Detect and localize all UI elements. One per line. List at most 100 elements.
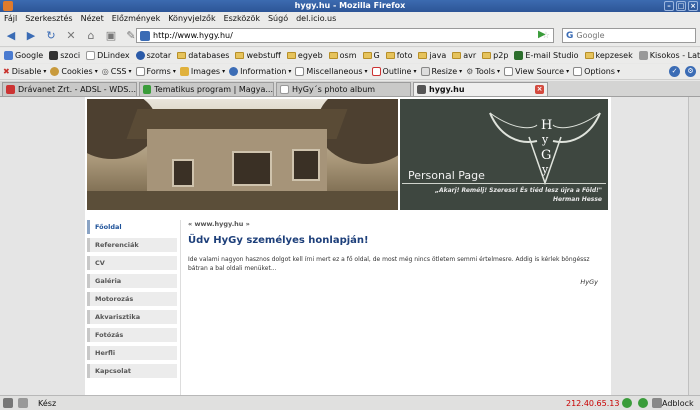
bookmark-databases[interactable]: databases xyxy=(177,51,229,60)
sidebar-item-fooldal[interactable]: Főoldal xyxy=(87,220,177,234)
breadcrumb: « www.hygy.hu » xyxy=(188,220,250,228)
home-icon[interactable]: ⌂ xyxy=(83,28,99,44)
disable-icon: ✖ xyxy=(3,67,10,76)
dev-information[interactable]: Information ▾ xyxy=(229,67,291,76)
outline-icon xyxy=(371,67,381,76)
status-extra-icon[interactable] xyxy=(652,398,662,408)
back-icon[interactable]: ◀ xyxy=(3,28,19,44)
status-screen-icon[interactable] xyxy=(18,398,28,408)
status-console-icon[interactable] xyxy=(3,398,13,408)
svg-text:y: y xyxy=(541,163,549,176)
bookmark-g[interactable]: G xyxy=(362,51,380,60)
close-tab-icon[interactable]: × xyxy=(535,85,544,94)
gear-icon: ⚙ xyxy=(466,67,474,76)
tab-photo-album[interactable]: HyGy´s photo album xyxy=(276,82,411,96)
page-text: Ide valami nagyon hasznos dolgot kell ír… xyxy=(188,256,590,272)
bookmark-osm[interactable]: osm xyxy=(328,51,357,60)
adblock-label[interactable]: Adblock xyxy=(662,399,694,408)
tematikus-favicon-icon xyxy=(143,85,152,94)
status-check-icon[interactable] xyxy=(638,398,648,408)
info-icon xyxy=(229,67,239,76)
tab-dravanet[interactable]: Drávanet Zrt. - ADSL - WDS... xyxy=(2,82,137,96)
folder-icon xyxy=(584,52,594,59)
window-title: hygy.hu - Mozilla Firefox xyxy=(294,1,406,10)
page-viewport: H y G y Personal Page „Akarj! Remélj! Sz… xyxy=(0,97,700,395)
page-signature: HyGy xyxy=(580,278,598,286)
menu-help[interactable]: Súgó xyxy=(268,12,288,25)
settings-icon[interactable]: ⚙ xyxy=(685,66,696,77)
folder-icon xyxy=(452,52,462,59)
dev-forms[interactable]: Forms ▾ xyxy=(135,67,176,76)
bookmark-webstuff[interactable]: webstuff xyxy=(235,51,281,60)
stop-icon[interactable]: ✕ xyxy=(63,28,79,44)
sidebar-item-referenciak[interactable]: Referenciák xyxy=(87,238,177,252)
page-icon xyxy=(280,85,289,94)
bookmark-kisokos[interactable]: Kisokos - Latin száll... xyxy=(638,51,700,60)
folder-icon xyxy=(385,52,395,59)
bookmark-java[interactable]: java xyxy=(418,51,446,60)
dev-options[interactable]: Options ▾ xyxy=(573,67,620,76)
menu-delicious[interactable]: del.icio.us xyxy=(296,12,336,25)
sidebar-item-cv[interactable]: CV xyxy=(87,256,177,270)
bookmark-szotar[interactable]: szotar xyxy=(135,51,171,60)
dev-cookies[interactable]: Cookies ▾ xyxy=(50,67,98,76)
bull-horns-logo-icon: H y G y xyxy=(489,112,601,185)
menu-bookmarks[interactable]: Könyvjelzők xyxy=(168,12,215,25)
bookmark-avr[interactable]: avr xyxy=(452,51,476,60)
close-icon[interactable]: × xyxy=(688,1,698,11)
dev-resize[interactable]: Resize ▾ xyxy=(420,67,462,76)
svg-text:y: y xyxy=(541,133,549,146)
folder-icon xyxy=(235,52,245,59)
go-icon[interactable]: ▶ xyxy=(538,29,546,40)
search-input[interactable] xyxy=(576,31,687,40)
bookmark-dlindex[interactable]: DLindex xyxy=(86,51,130,60)
dev-css[interactable]: ◎ CSS ▾ xyxy=(102,67,132,76)
screen-icon[interactable]: ▣ xyxy=(103,28,119,44)
bookmark-kepzesek[interactable]: kepzesek xyxy=(584,51,633,60)
status-ok-icon[interactable] xyxy=(622,398,632,408)
header-photo xyxy=(87,99,398,210)
sidebar-item-herfli[interactable]: Herfli xyxy=(87,346,177,360)
sidebar-item-akvarisztika[interactable]: Akvarisztika xyxy=(87,310,177,324)
menu-file[interactable]: Fájl xyxy=(4,12,17,25)
url-input[interactable] xyxy=(153,31,533,40)
menu-tools[interactable]: Eszközök xyxy=(224,12,260,25)
dev-miscellaneous[interactable]: Miscellaneous ▾ xyxy=(295,67,368,76)
menu-bar: Fájl Szerkesztés Nézet Előzmények Könyvj… xyxy=(0,12,700,25)
menu-view[interactable]: Nézet xyxy=(81,12,104,25)
bookmark-email-studio[interactable]: E-mail Studio xyxy=(514,51,579,60)
quote-author: Herman Hesse xyxy=(552,196,602,203)
dev-view-source[interactable]: View Source ▾ xyxy=(504,67,569,76)
maximize-icon[interactable]: □ xyxy=(676,1,686,11)
dev-images[interactable]: Images ▾ xyxy=(179,67,225,76)
bookmark-egyeb[interactable]: egyeb xyxy=(286,51,323,60)
bookmark-foto[interactable]: foto xyxy=(385,51,412,60)
folder-icon xyxy=(177,52,187,59)
window-menu-icon[interactable] xyxy=(3,1,13,11)
sidebar-item-kapcsolat[interactable]: Kapcsolat xyxy=(87,364,177,378)
dev-tools[interactable]: ⚙ Tools ▾ xyxy=(466,67,500,76)
dev-disable[interactable]: ✖ Disable ▾ xyxy=(3,67,46,76)
minimize-icon[interactable]: – xyxy=(664,1,674,11)
bookmark-p2p[interactable]: p2p xyxy=(482,51,508,60)
site-favicon-icon xyxy=(140,30,150,41)
validator-icon[interactable]: ✓ xyxy=(669,66,680,77)
tab-bar: Drávanet Zrt. - ADSL - WDS... Tematikus … xyxy=(0,81,700,97)
search-box[interactable]: G xyxy=(562,28,696,43)
forward-icon[interactable]: ▶ xyxy=(23,28,39,44)
bookmark-szoci[interactable]: szoci xyxy=(49,51,80,60)
hygy-favicon-icon xyxy=(417,85,426,94)
sidebar-item-fotozas[interactable]: Fotózás xyxy=(87,328,177,342)
folder-icon xyxy=(482,52,492,59)
url-bar[interactable]: ☆ xyxy=(136,28,554,43)
sidebar-item-motorozas[interactable]: Motorozás xyxy=(87,292,177,306)
menu-history[interactable]: Előzmények xyxy=(112,12,160,25)
sidebar-item-galeria[interactable]: Galéria xyxy=(87,274,177,288)
menu-edit[interactable]: Szerkesztés xyxy=(25,12,72,25)
tab-hygy[interactable]: hygy.hu × xyxy=(413,82,548,96)
vertical-scrollbar[interactable] xyxy=(688,97,700,395)
reload-icon[interactable]: ↻ xyxy=(43,28,59,44)
dev-outline[interactable]: Outline ▾ xyxy=(371,67,417,76)
tab-tematikus[interactable]: Tematikus program | Magya... xyxy=(139,82,274,96)
bookmark-google[interactable]: Google xyxy=(4,51,43,60)
